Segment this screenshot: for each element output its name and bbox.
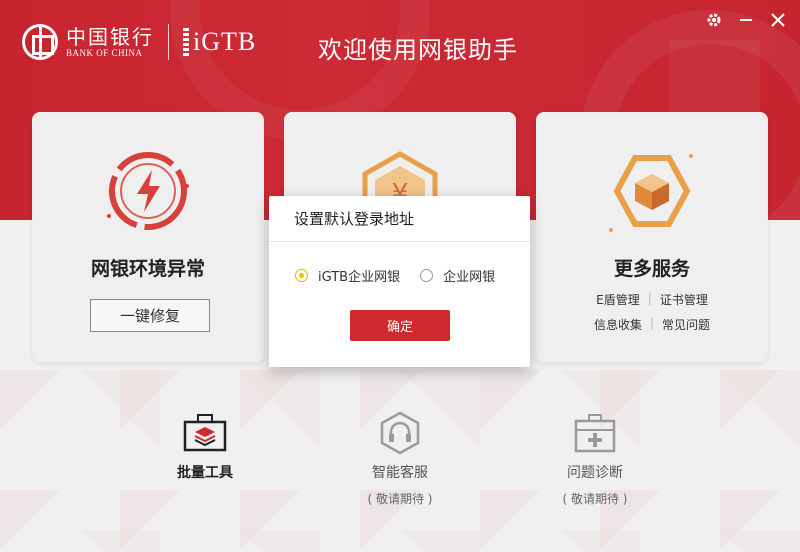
coming-soon-label: ( 敬请期待 ) bbox=[367, 492, 433, 506]
one-click-repair-button[interactable]: 一键修复 bbox=[90, 299, 210, 332]
app-title: 欢迎使用网银助手 bbox=[318, 36, 518, 64]
close-icon[interactable] bbox=[768, 10, 788, 30]
batch-tool[interactable]: 批量工具 bbox=[140, 410, 270, 482]
boc-logo-icon bbox=[22, 24, 58, 60]
radio-label: 企业网银 bbox=[443, 270, 496, 285]
diagnosis-tool[interactable]: 问题诊断 ( 敬请期待 ) bbox=[530, 410, 660, 507]
confirm-button[interactable]: 确定 bbox=[350, 310, 450, 341]
bank-logo: 中国银行 BANK OF CHINA iGTB bbox=[22, 24, 256, 60]
radio-unselected-icon bbox=[420, 269, 434, 282]
logo-divider bbox=[168, 24, 169, 60]
gear-icon[interactable] bbox=[704, 10, 724, 30]
igtb-login-radio[interactable]: iGTB企业网银 bbox=[295, 266, 400, 285]
info-collect-link[interactable]: 信息收集 bbox=[586, 316, 650, 333]
env-status-title: 网银环境异常 bbox=[90, 258, 205, 280]
diagnosis-label: 问题诊断 bbox=[567, 465, 623, 481]
igtb-mark-icon bbox=[183, 28, 189, 56]
env-status-card: 网银环境异常 一键修复 bbox=[32, 112, 264, 362]
smart-support-label: 智能客服 bbox=[372, 465, 428, 481]
igtb-text: iGTB bbox=[193, 27, 257, 56]
more-services-card: 更多服务 E盾管理 | 证书管理 信息收集 | 常见问题 bbox=[536, 112, 768, 362]
corporate-login-radio[interactable]: 企业网银 bbox=[420, 266, 495, 285]
ekey-manage-link[interactable]: E盾管理 bbox=[588, 291, 648, 308]
service-links-row: E盾管理 | 证书管理 bbox=[536, 291, 768, 308]
bank-name-en: BANK OF CHINA bbox=[66, 48, 143, 58]
igtb-logo: iGTB bbox=[183, 27, 256, 57]
cert-manage-link[interactable]: 证书管理 bbox=[652, 291, 716, 308]
default-login-dialog: 设置默认登录地址 iGTB企业网银 企业网银 确定 bbox=[269, 196, 530, 367]
radio-selected-icon bbox=[295, 269, 308, 282]
toolbox-icon bbox=[182, 410, 228, 456]
batch-tool-label: 批量工具 bbox=[177, 465, 233, 481]
minimize-icon[interactable] bbox=[736, 10, 756, 30]
service-links-row: 信息收集 | 常见问题 bbox=[536, 316, 768, 333]
radio-label: iGTB企业网银 bbox=[318, 270, 401, 285]
more-services-title: 更多服务 bbox=[613, 258, 690, 280]
coming-soon-label: ( 敬请期待 ) bbox=[562, 492, 628, 506]
smart-support-tool[interactable]: 智能客服 ( 敬请期待 ) bbox=[335, 410, 465, 507]
bank-name-cn: 中国银行 bbox=[66, 25, 154, 49]
faq-link[interactable]: 常见问题 bbox=[654, 316, 718, 333]
bank-name: 中国银行 BANK OF CHINA bbox=[66, 26, 154, 58]
login-address-options: iGTB企业网银 企业网银 bbox=[295, 266, 495, 285]
lightning-warning-icon bbox=[103, 146, 193, 236]
medical-kit-icon bbox=[572, 410, 618, 456]
dialog-title: 设置默认登录地址 bbox=[269, 196, 530, 242]
cube-hexagon-icon bbox=[607, 146, 697, 236]
headset-hexagon-icon bbox=[377, 410, 423, 456]
window-controls bbox=[704, 10, 788, 30]
